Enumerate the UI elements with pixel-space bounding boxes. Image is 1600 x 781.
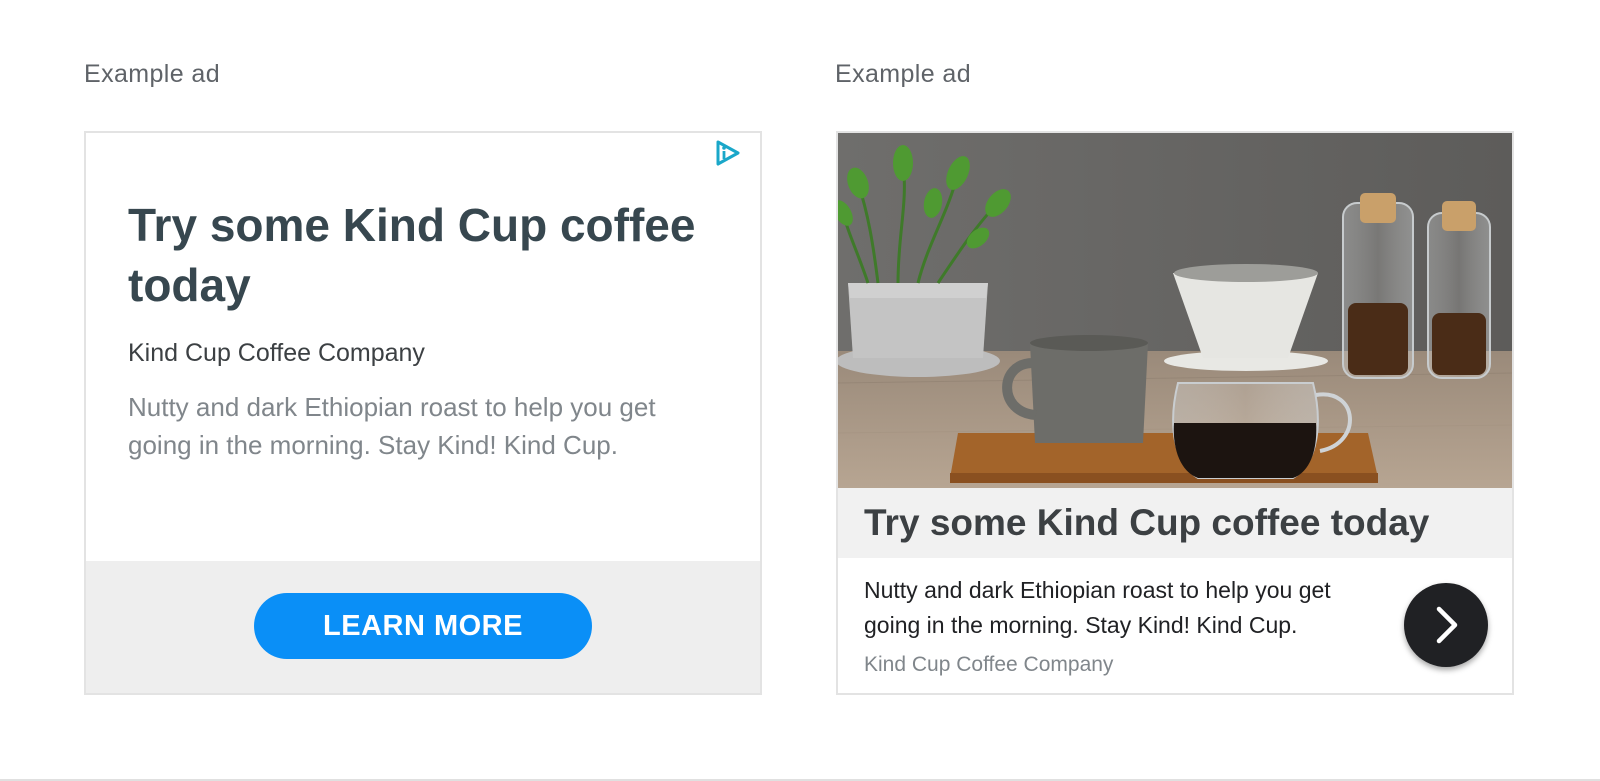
coffee-product-photo[interactable] <box>838 133 1512 488</box>
advertiser-name: Kind Cup Coffee Company <box>128 339 425 367</box>
ad-description: Nutty and dark Ethiopian roast to help y… <box>864 577 1331 638</box>
ad-caption-right: Example ad <box>835 60 972 88</box>
ad-headline[interactable]: Try some Kind Cup coffee today <box>864 502 1429 544</box>
headline-bar: Try some Kind Cup coffee today <box>838 488 1512 558</box>
chevron-right-icon <box>1436 606 1458 644</box>
image-ad[interactable]: Try some Kind Cup coffee today Nutty and… <box>836 131 1514 695</box>
adchoices-icon[interactable] <box>714 139 742 167</box>
ad-footer: LEARN MORE <box>86 561 760 693</box>
ad-headline[interactable]: Try some Kind Cup coffee today <box>128 195 728 315</box>
text-ad[interactable]: Try some Kind Cup coffee today Kind Cup … <box>84 131 762 695</box>
ad-caption-left: Example ad <box>84 60 221 88</box>
advertiser-name: Kind Cup Coffee Company <box>864 653 1114 676</box>
ad-description: Nutty and dark Ethiopian roast to help y… <box>128 392 656 460</box>
next-button[interactable] <box>1404 583 1488 667</box>
learn-more-button[interactable]: LEARN MORE <box>254 593 592 659</box>
